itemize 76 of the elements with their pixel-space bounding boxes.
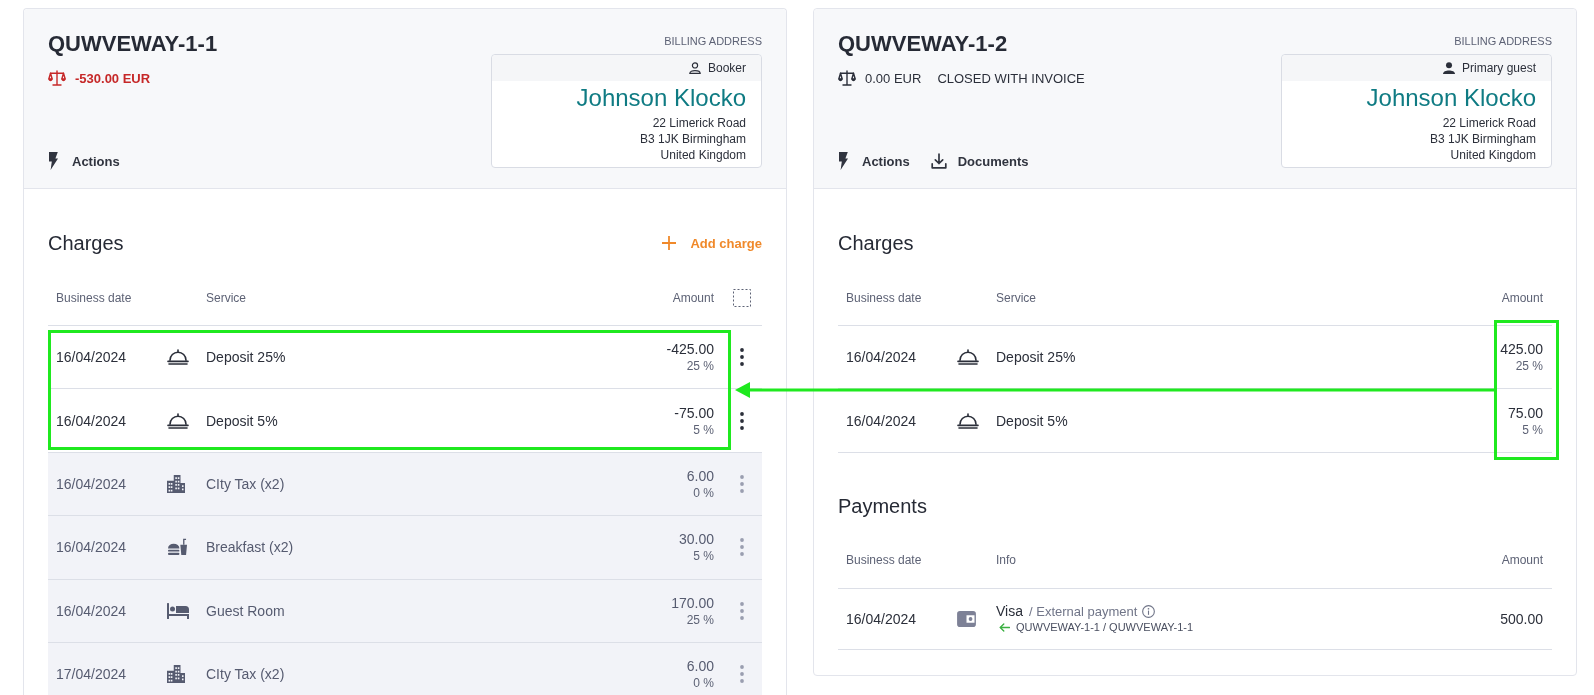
address-line: United Kingdom bbox=[1450, 147, 1536, 163]
guest-name: Johnson Klocko bbox=[1366, 83, 1536, 113]
wallet-icon bbox=[957, 610, 976, 627]
vat-rate: 0 % bbox=[693, 484, 714, 501]
guest-name: Johnson Klocko bbox=[576, 83, 746, 113]
column-header: Business date bbox=[845, 290, 923, 305]
service-name: Breakfast (x2) bbox=[206, 539, 295, 556]
business-date: 16/04/2024 bbox=[55, 412, 128, 429]
source-folios: QUWVEWAY-1-1 / QUWVEWAY-1-1 bbox=[1016, 621, 1194, 634]
service-name: CIty Tax (x2) bbox=[206, 666, 286, 683]
billing-label: BILLING ADDRESS bbox=[1454, 34, 1552, 49]
address-line: B3 1JK Birmingham bbox=[639, 131, 746, 147]
business-date: 17/04/2024 bbox=[55, 666, 128, 683]
column-header: Service bbox=[996, 290, 1037, 305]
charge-amount: 75.00 bbox=[1507, 403, 1543, 422]
payment-amount: 500.00 bbox=[1500, 609, 1543, 628]
business-date: 16/04/2024 bbox=[55, 475, 128, 492]
vat-rate: 5 % bbox=[693, 421, 714, 438]
dashed-square-icon[interactable] bbox=[733, 288, 751, 307]
column-header: Service bbox=[206, 290, 247, 305]
service-name: Deposit 5% bbox=[206, 412, 279, 429]
column-header: Business date bbox=[845, 553, 923, 568]
charge-amount: 170.00 bbox=[671, 593, 714, 612]
info-icon[interactable] bbox=[1142, 604, 1156, 618]
arrow-left-icon bbox=[999, 622, 1010, 632]
action-button[interactable]: Actions bbox=[48, 150, 120, 172]
address-line: 22 Limerick Road bbox=[652, 115, 746, 131]
business-date: 16/04/2024 bbox=[55, 602, 128, 619]
column-header: Amount bbox=[672, 290, 714, 305]
billing-role: Booker bbox=[707, 61, 746, 75]
folio-title: QUWVEWAY-1-1 bbox=[48, 30, 218, 58]
billing-role: Primary guest bbox=[1461, 61, 1536, 75]
charge-amount: -425.00 bbox=[666, 340, 714, 359]
column-header: Amount bbox=[1501, 553, 1544, 568]
balance-amount: 0.00 EUR bbox=[865, 70, 922, 86]
service-name: Deposit 25% bbox=[996, 349, 1077, 366]
column-header: Amount bbox=[1501, 290, 1544, 305]
charge-amount: 6.00 bbox=[686, 466, 714, 485]
vat-rate: 0 % bbox=[693, 675, 714, 692]
charge-amount: 425.00 bbox=[1500, 340, 1543, 359]
service-name: CIty Tax (x2) bbox=[206, 475, 286, 492]
vat-rate: 5 % bbox=[1522, 421, 1543, 438]
vat-rate: 25 % bbox=[1515, 358, 1543, 375]
billing-label: BILLING ADDRESS bbox=[664, 34, 762, 49]
vat-rate: 25 % bbox=[686, 358, 714, 375]
business-date: 16/04/2024 bbox=[845, 610, 918, 627]
section-title: Payments bbox=[838, 493, 927, 519]
column-header: Business date bbox=[55, 290, 133, 305]
address-line: 22 Limerick Road bbox=[1442, 115, 1536, 131]
business-date: 16/04/2024 bbox=[55, 349, 128, 366]
section-title: Charges bbox=[838, 231, 914, 256]
action-button[interactable]: Actions bbox=[838, 150, 910, 172]
charge-amount: -75.00 bbox=[674, 403, 714, 422]
charge-amount: 30.00 bbox=[678, 530, 714, 549]
column-header: Info bbox=[996, 553, 1017, 568]
charge-amount: 6.00 bbox=[686, 657, 714, 676]
section-title: Charges bbox=[48, 231, 124, 256]
service-name: Guest Room bbox=[206, 602, 286, 619]
kebab-menu-icon[interactable] bbox=[740, 348, 744, 367]
payment-method: Visa bbox=[996, 603, 1023, 620]
action-button[interactable]: Documents bbox=[930, 150, 1029, 172]
kebab-menu-icon[interactable] bbox=[740, 411, 744, 430]
service-name: Deposit 5% bbox=[996, 412, 1069, 429]
business-date: 16/04/2024 bbox=[845, 412, 918, 429]
vat-rate: 5 % bbox=[693, 548, 714, 565]
business-date: 16/04/2024 bbox=[845, 349, 918, 366]
folio-title: QUWVEWAY-1-2 bbox=[838, 30, 1009, 58]
plus-icon bbox=[662, 236, 677, 250]
service-name: Deposit 25% bbox=[206, 349, 287, 366]
folio-status: CLOSED WITH INVOICE bbox=[937, 70, 1085, 86]
payment-type: / External payment bbox=[1029, 603, 1138, 619]
balance-amount: -530.00 EUR bbox=[75, 70, 151, 86]
vat-rate: 25 % bbox=[686, 611, 714, 628]
business-date: 16/04/2024 bbox=[55, 539, 128, 556]
address-line: United Kingdom bbox=[660, 147, 746, 163]
address-line: B3 1JK Birmingham bbox=[1429, 131, 1536, 147]
